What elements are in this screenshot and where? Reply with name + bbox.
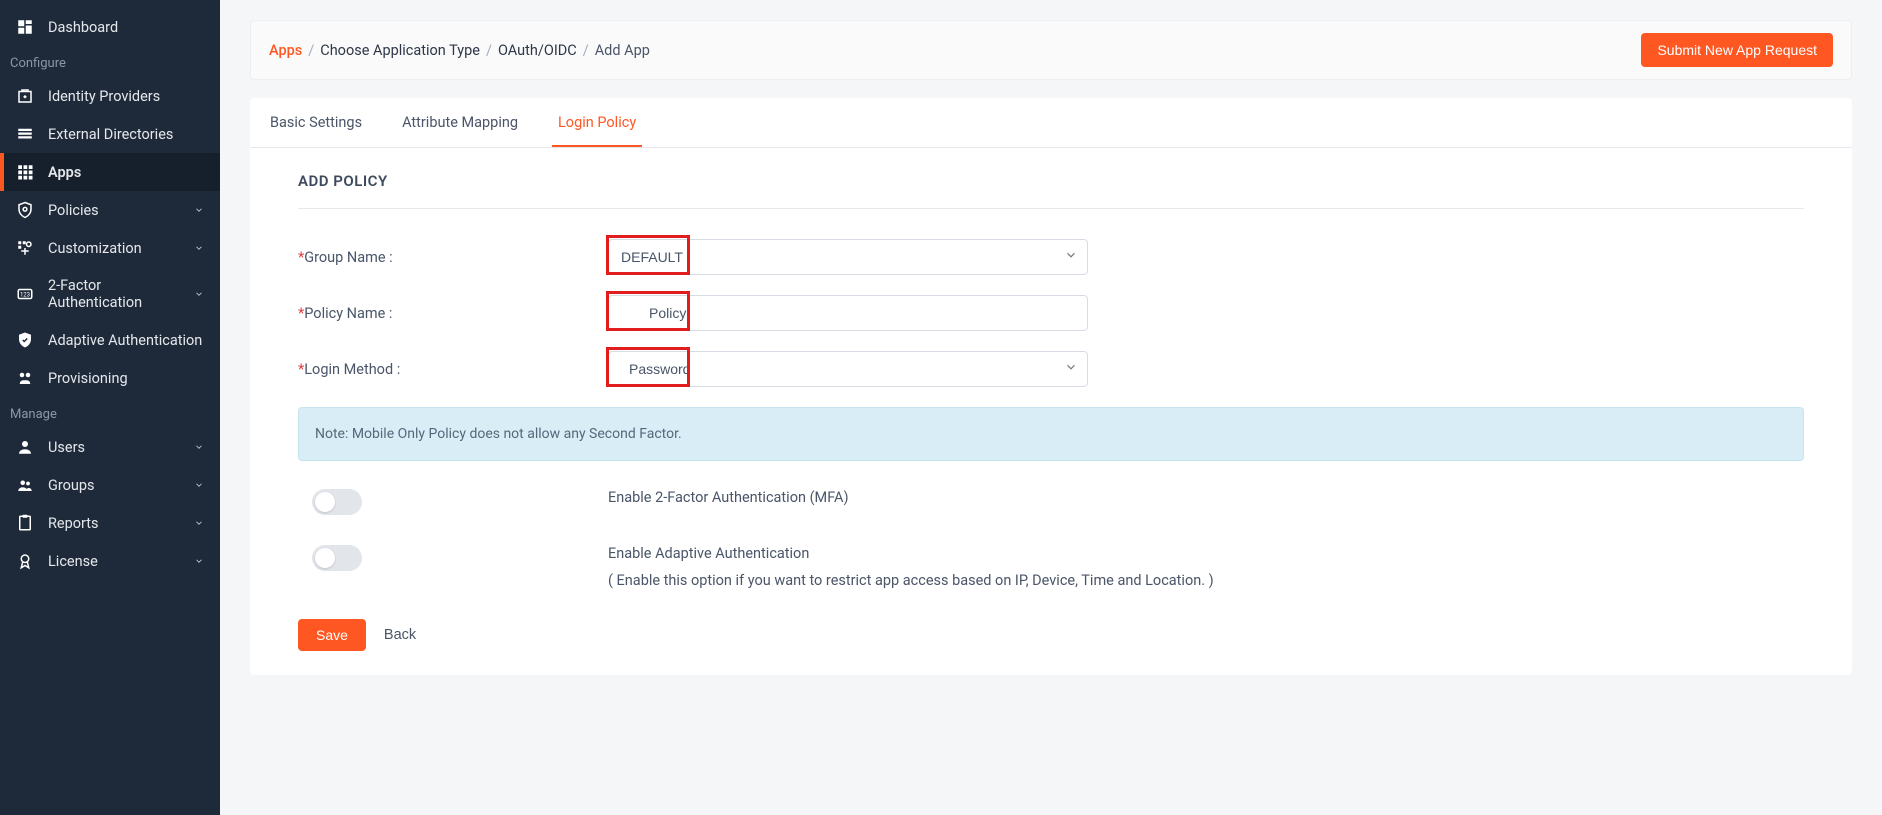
sidebar-item-customization[interactable]: Customization (0, 229, 220, 267)
adaptive-toggle-sublabel: ( Enable this option if you want to rest… (608, 572, 1804, 589)
sidebar-item-label: Groups (48, 477, 194, 494)
sidebar-item-label: Identity Providers (48, 88, 204, 105)
chevron-down-icon (194, 243, 204, 253)
breadcrumb-choose-type[interactable]: Choose Application Type (320, 42, 480, 59)
sidebar-item-reports[interactable]: Reports (0, 504, 220, 542)
sidebar-item-label: Provisioning (48, 370, 204, 387)
form-row-login-method: *Login Method : Password (298, 351, 1804, 387)
sidebar-item-dashboard[interactable]: Dashboard (0, 8, 220, 46)
content-panel: Basic Settings Attribute Mapping Login P… (250, 98, 1852, 675)
sidebar-item-apps[interactable]: Apps (0, 153, 220, 191)
sidebar-item-identity-providers[interactable]: Identity Providers (0, 77, 220, 115)
adaptive-toggle[interactable] (312, 545, 362, 571)
tab-basic-settings[interactable]: Basic Settings (264, 98, 368, 147)
policy-name-label: *Policy Name : (298, 305, 608, 322)
adaptive-icon (16, 331, 34, 349)
toggle-row-mfa: Enable 2-Factor Authentication (MFA) (298, 489, 1804, 515)
group-name-label: *Group Name : (298, 249, 608, 266)
mfa-toggle-label: Enable 2-Factor Authentication (MFA) (608, 489, 1804, 506)
group-name-select[interactable]: DEFAULT (608, 239, 1088, 275)
adaptive-toggle-label: Enable Adaptive Authentication (608, 545, 1804, 562)
sidebar-item-label: Reports (48, 515, 194, 532)
users-icon (16, 438, 34, 456)
main-content: Apps / Choose Application Type / OAuth/O… (220, 0, 1882, 815)
info-note: Note: Mobile Only Policy does not allow … (298, 407, 1804, 461)
login-method-select[interactable]: Password (608, 351, 1088, 387)
sidebar-item-label: License (48, 553, 194, 570)
breadcrumb-separator: / (486, 42, 492, 59)
dashboard-icon (16, 18, 34, 36)
sidebar-item-label: Dashboard (48, 19, 204, 36)
sidebar-item-adaptive-auth[interactable]: Adaptive Authentication (0, 321, 220, 359)
tab-login-policy[interactable]: Login Policy (552, 98, 642, 147)
customization-icon (16, 239, 34, 257)
sidebar-item-label: Users (48, 439, 194, 456)
breadcrumb: Apps / Choose Application Type / OAuth/O… (269, 42, 650, 59)
policy-name-input[interactable] (608, 295, 1088, 331)
breadcrumb-separator: / (583, 42, 589, 59)
sidebar-item-users[interactable]: Users (0, 428, 220, 466)
sidebar-item-label: 2-Factor Authentication (48, 277, 194, 311)
sidebar-item-label: External Directories (48, 126, 204, 143)
chevron-down-icon (194, 480, 204, 490)
chevron-down-icon (194, 205, 204, 215)
sidebar-section-configure: Configure (0, 46, 220, 77)
sidebar-item-label: Policies (48, 202, 194, 219)
apps-icon (16, 163, 34, 181)
back-button[interactable]: Back (384, 627, 416, 643)
twofa-icon: 123 (16, 285, 34, 303)
sidebar-item-provisioning[interactable]: Provisioning (0, 359, 220, 397)
sidebar-item-label: Adaptive Authentication (48, 332, 204, 349)
sidebar-item-label: Apps (48, 164, 204, 181)
login-policy-panel: ADD POLICY *Group Name : DEFAULT (250, 148, 1852, 675)
panel-title: ADD POLICY (298, 172, 1804, 209)
chevron-down-icon (194, 556, 204, 566)
reports-icon (16, 514, 34, 532)
chevron-down-icon (194, 442, 204, 452)
submit-new-app-request-button[interactable]: Submit New App Request (1641, 33, 1833, 67)
tab-attribute-mapping[interactable]: Attribute Mapping (396, 98, 524, 147)
form-row-group-name: *Group Name : DEFAULT (298, 239, 1804, 275)
breadcrumb-current: Add App (595, 42, 650, 59)
form-actions: Save Back (298, 619, 1804, 651)
sidebar-item-license[interactable]: License (0, 542, 220, 580)
policies-icon (16, 201, 34, 219)
sidebar-item-label: Customization (48, 240, 194, 257)
breadcrumb-apps[interactable]: Apps (269, 42, 302, 59)
mfa-toggle[interactable] (312, 489, 362, 515)
breadcrumb-bar: Apps / Choose Application Type / OAuth/O… (250, 20, 1852, 80)
sidebar-section-manage: Manage (0, 397, 220, 428)
sidebar-item-external-directories[interactable]: External Directories (0, 115, 220, 153)
directories-icon (16, 125, 34, 143)
breadcrumb-separator: / (308, 42, 314, 59)
toggle-row-adaptive: Enable Adaptive Authentication ( Enable … (298, 545, 1804, 589)
sidebar-item-groups[interactable]: Groups (0, 466, 220, 504)
license-icon (16, 552, 34, 570)
provisioning-icon (16, 369, 34, 387)
sidebar: Dashboard Configure Identity Providers E… (0, 0, 220, 815)
sidebar-item-2fa[interactable]: 123 2-Factor Authentication (0, 267, 220, 321)
breadcrumb-oauth[interactable]: OAuth/OIDC (498, 42, 577, 59)
tabs: Basic Settings Attribute Mapping Login P… (250, 98, 1852, 148)
sidebar-item-policies[interactable]: Policies (0, 191, 220, 229)
login-method-label: *Login Method : (298, 361, 608, 378)
form-row-policy-name: *Policy Name : (298, 295, 1804, 331)
chevron-down-icon (194, 289, 204, 299)
idp-icon (16, 87, 34, 105)
chevron-down-icon (194, 518, 204, 528)
save-button[interactable]: Save (298, 619, 366, 651)
groups-icon (16, 476, 34, 494)
svg-text:123: 123 (20, 291, 30, 298)
